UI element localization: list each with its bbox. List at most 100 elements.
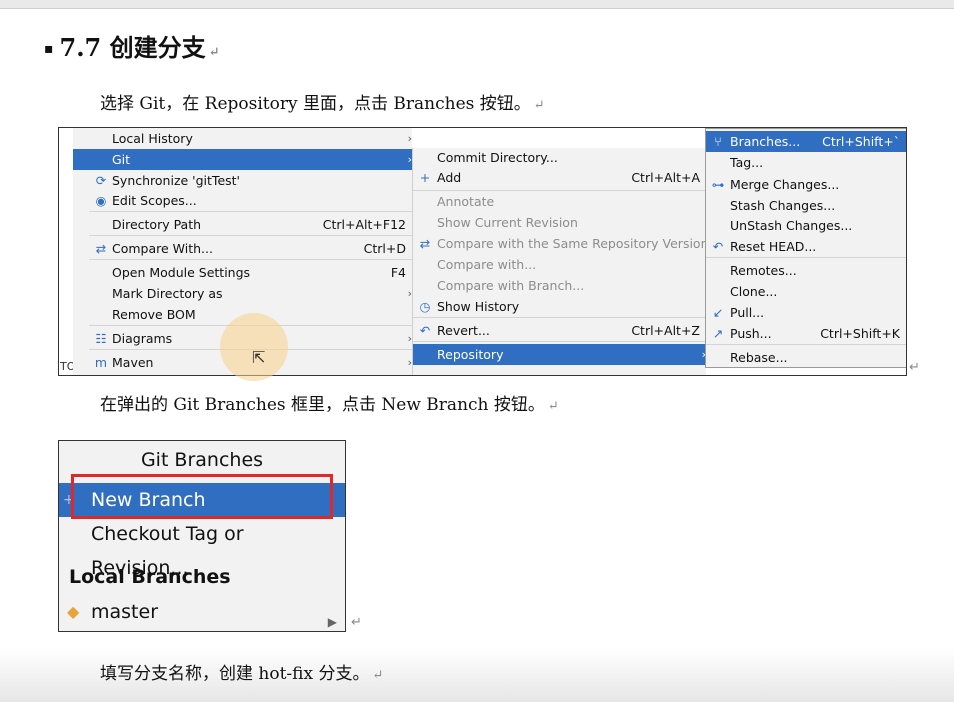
menu-item-synchronize-gittest[interactable]: ⟳ Synchronize 'gitTest' — [73, 170, 412, 191]
menu-item-label: Remove BOM — [112, 307, 196, 322]
menu-item-show-history[interactable]: ◷ Show History — [413, 296, 706, 317]
menu-item-mark-directory-as[interactable]: Mark Directory as › — [73, 283, 412, 304]
menu-item-git[interactable]: Git › — [73, 149, 412, 170]
menu-item-shortcut: Ctrl+Shift+` — [822, 134, 900, 149]
menu-item-label: Local History — [112, 131, 193, 146]
ide-context-menus: TO Local History › Git › ⟳ Synchronize 'gitTe… — [58, 127, 907, 376]
menu-item-label: Revert... — [437, 323, 490, 338]
menu-item-stash-changes[interactable]: Stash Changes... — [706, 195, 906, 216]
menu-item-label: Rebase... — [730, 350, 788, 365]
menu-item-label: Maven — [112, 355, 154, 370]
menu-item-label: Edit Scopes... — [112, 193, 197, 208]
menu-item-annotate[interactable]: Annotate — [413, 191, 706, 212]
menu-item-label: Compare with Branch... — [437, 278, 585, 293]
checkout-tag-item[interactable]: Checkout Tag or Revision... — [59, 517, 345, 579]
menu-item-compare-with[interactable]: ⇄ Compare With... Ctrl+D — [73, 238, 412, 259]
merge-icon: ⊶ — [711, 177, 725, 192]
menu-item-compare-with-the-same-repository-version[interactable]: ⇄ Compare with the Same Repository Versio… — [413, 233, 709, 254]
menu-item-label: Show History — [437, 299, 520, 314]
paragraph-mark: ↵ — [372, 668, 384, 683]
section-heading: ▪ 7.7 创建分支 ↵ — [44, 28, 220, 63]
menu-item-revert[interactable]: ↶ Revert... Ctrl+Alt+Z — [413, 320, 706, 341]
branch-icon: ⑂ — [714, 134, 722, 149]
repository-submenu: ⑂ Branches... Ctrl+Shift+` Tag... ⊶ Merge Cha… — [705, 128, 906, 368]
popup-title: Git Branches — [140, 449, 264, 471]
submenu-arrow-icon: ▶ — [327, 615, 337, 629]
paragraph-mark: ↵ — [208, 45, 220, 60]
revert-icon: ↶ — [419, 323, 431, 338]
menu-item-label: Pull... — [730, 305, 765, 320]
menu-item-label: Show Current Revision — [437, 215, 578, 230]
menu-item-rebase[interactable]: Rebase... — [706, 347, 906, 368]
menu-separator — [706, 257, 906, 258]
menu-item-clone[interactable]: Clone... — [706, 281, 906, 302]
menu-item-show-current-revision[interactable]: Show Current Revision — [413, 212, 706, 233]
paragraph-1: 选择 Git，在 Repository 里面，点击 Branches 按钮。 ↵ — [100, 89, 545, 114]
local-branches-label: Local Branches — [69, 566, 231, 588]
menu-item-label: Open Module Settings — [112, 265, 251, 280]
menu-item-label: Mark Directory as — [112, 286, 223, 301]
menu-item-local-history[interactable]: Local History › — [73, 128, 412, 149]
paragraph-3-text: 填写分支名称，创建 hot-fix 分支。 — [100, 664, 370, 684]
paragraph-mark: ↵ — [533, 98, 545, 113]
menu-item-commit-directory[interactable]: Commit Directory... — [413, 147, 706, 168]
highlight-box — [71, 474, 333, 519]
click-highlight — [220, 313, 288, 381]
menu-separator — [89, 259, 412, 260]
menu-item-compare-with-branch[interactable]: Compare with Branch... — [413, 275, 706, 296]
menu-item-merge-changes[interactable]: ⊶ Merge Changes... — [706, 174, 906, 195]
menu-item-shortcut: Ctrl+Alt+Z — [631, 323, 700, 338]
menu-item-reset-head[interactable]: ↶ Reset HEAD... — [706, 236, 906, 257]
menu-item-label: Clone... — [730, 284, 778, 299]
menu-separator — [706, 344, 906, 345]
branch-master-item[interactable]: ◆ master ▶ — [59, 595, 345, 629]
paragraph-2-text: 在弹出的 Git Branches 框里，点击 New Branch 按钮。 — [100, 395, 545, 415]
menu-separator — [413, 317, 706, 318]
menu-item-label: UnStash Changes... — [730, 218, 853, 233]
git-submenu: Commit Directory... + Add Ctrl+Alt+A Annotat… — [412, 147, 709, 375]
menu-item-add[interactable]: + Add Ctrl+Alt+A — [413, 167, 706, 188]
menu-item-unstash-changes[interactable]: UnStash Changes... — [706, 215, 906, 236]
menu-separator — [89, 235, 412, 236]
menu-item-label: Merge Changes... — [730, 177, 840, 192]
diagram-icon: ☷ — [95, 331, 107, 346]
compare-icon: ⇄ — [419, 236, 431, 251]
reset-icon: ↶ — [712, 239, 724, 254]
paragraph-mark: ↵ — [547, 399, 559, 414]
menu-item-label: Commit Directory... — [437, 150, 558, 165]
menu-item-label: Repository — [437, 347, 504, 362]
paragraph-mark: ↵ — [909, 360, 920, 375]
menu-item-edit-scopes[interactable]: ◉ Edit Scopes... — [73, 190, 412, 211]
menu-item-push[interactable]: ↗ Push... Ctrl+Shift+K — [706, 323, 906, 344]
menu-item-directory-path[interactable]: Directory Path Ctrl+Alt+F12 — [73, 214, 412, 235]
mouse-cursor-icon: ⇱ — [252, 348, 266, 367]
submenu-arrow-icon: › — [407, 132, 412, 145]
paragraph-mark: ↵ — [351, 615, 362, 630]
menu-item-label: Compare with... — [437, 257, 537, 272]
menu-item-label: Reset HEAD... — [730, 239, 817, 254]
branch-master-label: master — [91, 601, 159, 623]
clock-icon: ◷ — [419, 299, 431, 314]
menu-item-tag[interactable]: Tag... — [706, 152, 906, 173]
scope-icon: ◉ — [95, 193, 107, 208]
menu-item-shortcut: Ctrl+D — [363, 241, 406, 256]
menu-item-label: Remotes... — [730, 263, 797, 278]
menu-item-open-module-settings[interactable]: Open Module Settings F4 — [73, 262, 412, 283]
paragraph-2: 在弹出的 Git Branches 框里，点击 New Branch 按钮。 ↵ — [100, 390, 559, 415]
menu-item-label: Push... — [730, 326, 772, 341]
menu-item-branches[interactable]: ⑂ Branches... Ctrl+Shift+` — [706, 131, 906, 152]
menu-item-compare-with[interactable]: Compare with... — [413, 254, 706, 275]
maven-icon: m — [94, 355, 108, 370]
menu-separator — [89, 211, 412, 212]
menu-item-remotes[interactable]: Remotes... — [706, 260, 906, 281]
sync-icon: ⟳ — [95, 173, 107, 188]
menu-separator — [413, 341, 706, 342]
menu-item-label: Branches... — [730, 134, 801, 149]
heading-text: 7.7 创建分支 — [59, 33, 206, 62]
menu-item-shortcut: Ctrl+Shift+K — [820, 326, 900, 341]
menu-item-pull[interactable]: ↙ Pull... — [706, 302, 906, 323]
menu-item-repository[interactable]: Repository › — [413, 344, 706, 365]
paragraph-1-text: 选择 Git，在 Repository 里面，点击 Branches 按钮。 — [100, 94, 531, 114]
menu-item-label: Add — [437, 170, 462, 185]
git-branches-popup: Git Branches + New Branch Checkout Tag o… — [58, 440, 346, 632]
